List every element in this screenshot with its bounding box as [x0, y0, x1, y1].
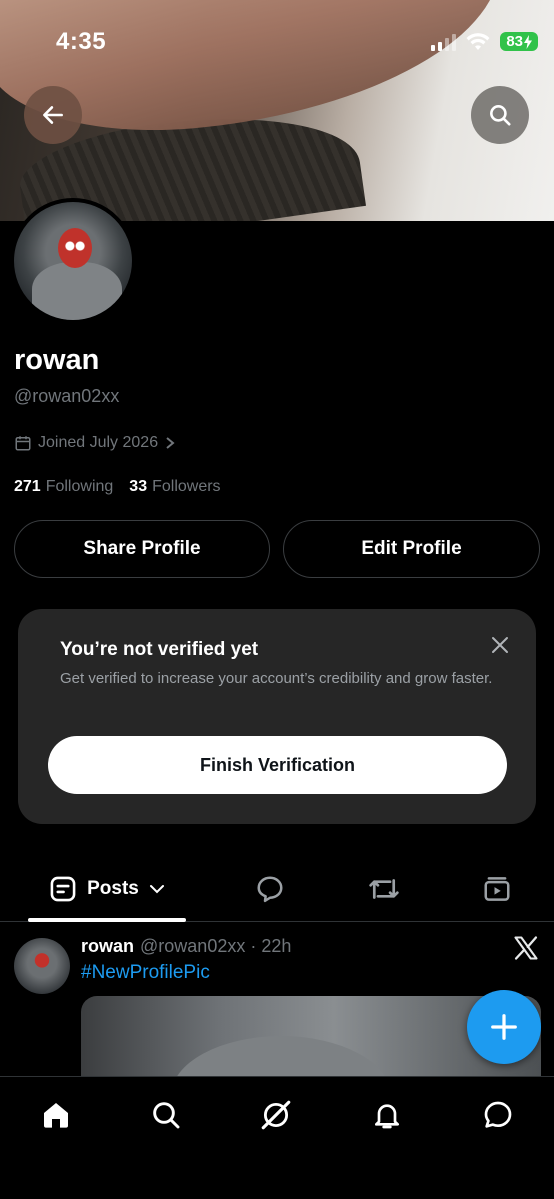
nav-grok[interactable] — [258, 1097, 294, 1133]
nav-home[interactable] — [38, 1097, 74, 1133]
repost-icon — [369, 879, 399, 899]
joined-date[interactable]: Joined July 2026 — [14, 434, 176, 452]
following-count: 271 — [14, 478, 41, 495]
search-icon — [490, 105, 511, 126]
arrow-left-icon — [43, 106, 63, 124]
cellular-signal-icon — [431, 33, 457, 51]
status-icons: 83 — [431, 32, 538, 51]
follow-stats: 271 Following 33 Followers — [14, 478, 221, 496]
grok-icon — [261, 1100, 291, 1130]
post-meta: @rowan02xx · 22h — [140, 936, 292, 956]
followers-label: Followers — [152, 478, 221, 495]
nav-messages[interactable] — [480, 1097, 516, 1133]
post-hashtag[interactable]: #NewProfilePic — [81, 962, 210, 984]
bell-icon — [375, 1104, 399, 1129]
following-link[interactable]: 271 Following — [14, 478, 113, 496]
verification-title: You’re not verified yet — [60, 639, 259, 660]
verification-card: You’re not verified yet Get verified to … — [18, 609, 536, 824]
post-header: rowan @rowan02xx · 22h — [81, 936, 291, 957]
profile-avatar[interactable] — [10, 198, 136, 324]
video-icon — [484, 877, 510, 901]
charging-bolt-icon — [524, 34, 532, 49]
search-icon — [153, 1102, 180, 1129]
followers-count: 33 — [129, 478, 148, 495]
plus-icon — [491, 1014, 517, 1040]
followers-link[interactable]: 33 Followers — [129, 478, 220, 496]
joined-label: Joined July 2026 — [38, 434, 159, 451]
battery-level: 83 — [506, 33, 523, 50]
tab-reposts[interactable] — [354, 856, 414, 922]
following-label: Following — [45, 478, 114, 495]
edit-profile-button[interactable]: Edit Profile — [283, 520, 540, 578]
active-tab-indicator — [28, 918, 186, 922]
verification-description: Get verified to increase your account’s … — [60, 670, 493, 687]
tab-media[interactable] — [467, 856, 527, 922]
tab-posts[interactable]: Posts — [28, 856, 186, 922]
posts-icon — [50, 876, 76, 902]
finish-verification-button[interactable]: Finish Verification — [48, 736, 507, 794]
avatar-mask — [58, 228, 92, 268]
nav-notifications[interactable] — [369, 1097, 405, 1133]
wifi-icon — [466, 32, 490, 50]
post-avatar[interactable] — [14, 938, 70, 994]
tab-replies[interactable] — [240, 856, 300, 922]
battery-indicator: 83 — [500, 32, 538, 51]
tab-posts-label: Posts — [87, 878, 139, 899]
close-icon[interactable] — [490, 635, 510, 655]
nav-search[interactable] — [148, 1097, 184, 1133]
chat-bubble-icon — [484, 1101, 512, 1128]
profile-handle: @rowan02xx — [14, 386, 120, 406]
back-button[interactable] — [24, 86, 82, 144]
post-author-name[interactable]: rowan — [81, 936, 134, 957]
share-profile-button[interactable]: Share Profile — [14, 520, 270, 578]
status-time: 4:35 — [56, 28, 107, 55]
home-icon — [44, 1103, 68, 1128]
profile-tabs: Posts — [0, 856, 554, 922]
compose-button[interactable] — [467, 990, 541, 1064]
reply-icon — [257, 876, 283, 903]
calendar-icon — [15, 436, 31, 451]
bottom-navigation — [0, 1076, 554, 1199]
profile-name: rowan — [14, 344, 100, 376]
search-button[interactable] — [471, 86, 529, 144]
x-logo-icon — [514, 936, 538, 960]
avatar-figure — [32, 262, 122, 320]
chevron-right-icon — [166, 437, 175, 449]
chevron-down-icon — [149, 885, 164, 894]
